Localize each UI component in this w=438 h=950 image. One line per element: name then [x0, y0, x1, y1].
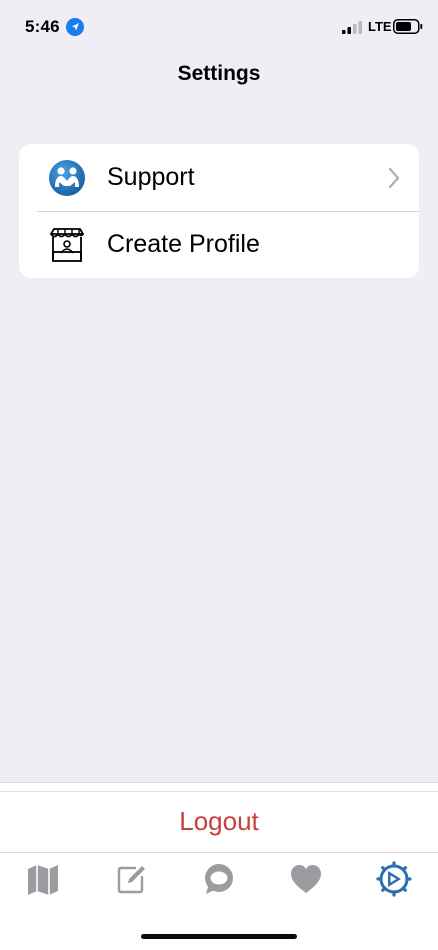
chevron-right-icon — [388, 167, 400, 189]
settings-item-support[interactable]: Support — [19, 144, 419, 211]
tab-compose[interactable] — [109, 859, 153, 899]
network-type-label: LTE — [368, 19, 392, 34]
tab-settings[interactable] — [372, 859, 416, 899]
support-icon — [49, 160, 85, 196]
settings-item-label: Create Profile — [107, 230, 260, 258]
location-arrow-icon — [66, 18, 84, 36]
cellular-signal-icon — [342, 21, 362, 34]
tab-messages[interactable] — [197, 859, 241, 899]
chat-icon — [205, 864, 233, 894]
tab-map[interactable] — [21, 859, 65, 899]
settings-gear-icon — [376, 861, 412, 897]
compose-icon — [117, 866, 145, 894]
storefront-icon — [50, 228, 84, 262]
logout-section: Logout — [0, 782, 438, 853]
settings-item-create-profile[interactable]: Create Profile — [19, 211, 419, 278]
tab-favorites[interactable] — [284, 859, 328, 899]
settings-list: Support Create Profile — [19, 144, 419, 278]
home-indicator[interactable] — [141, 934, 297, 939]
status-time: 5:46 — [25, 17, 60, 36]
heart-icon — [291, 865, 321, 893]
battery-icon — [393, 19, 423, 34]
logout-button[interactable]: Logout — [0, 791, 438, 852]
map-icon — [28, 865, 58, 895]
status-bar: 5:46 LTE — [0, 0, 438, 54]
settings-item-label: Support — [107, 163, 195, 191]
page-title: Settings — [177, 62, 261, 85]
